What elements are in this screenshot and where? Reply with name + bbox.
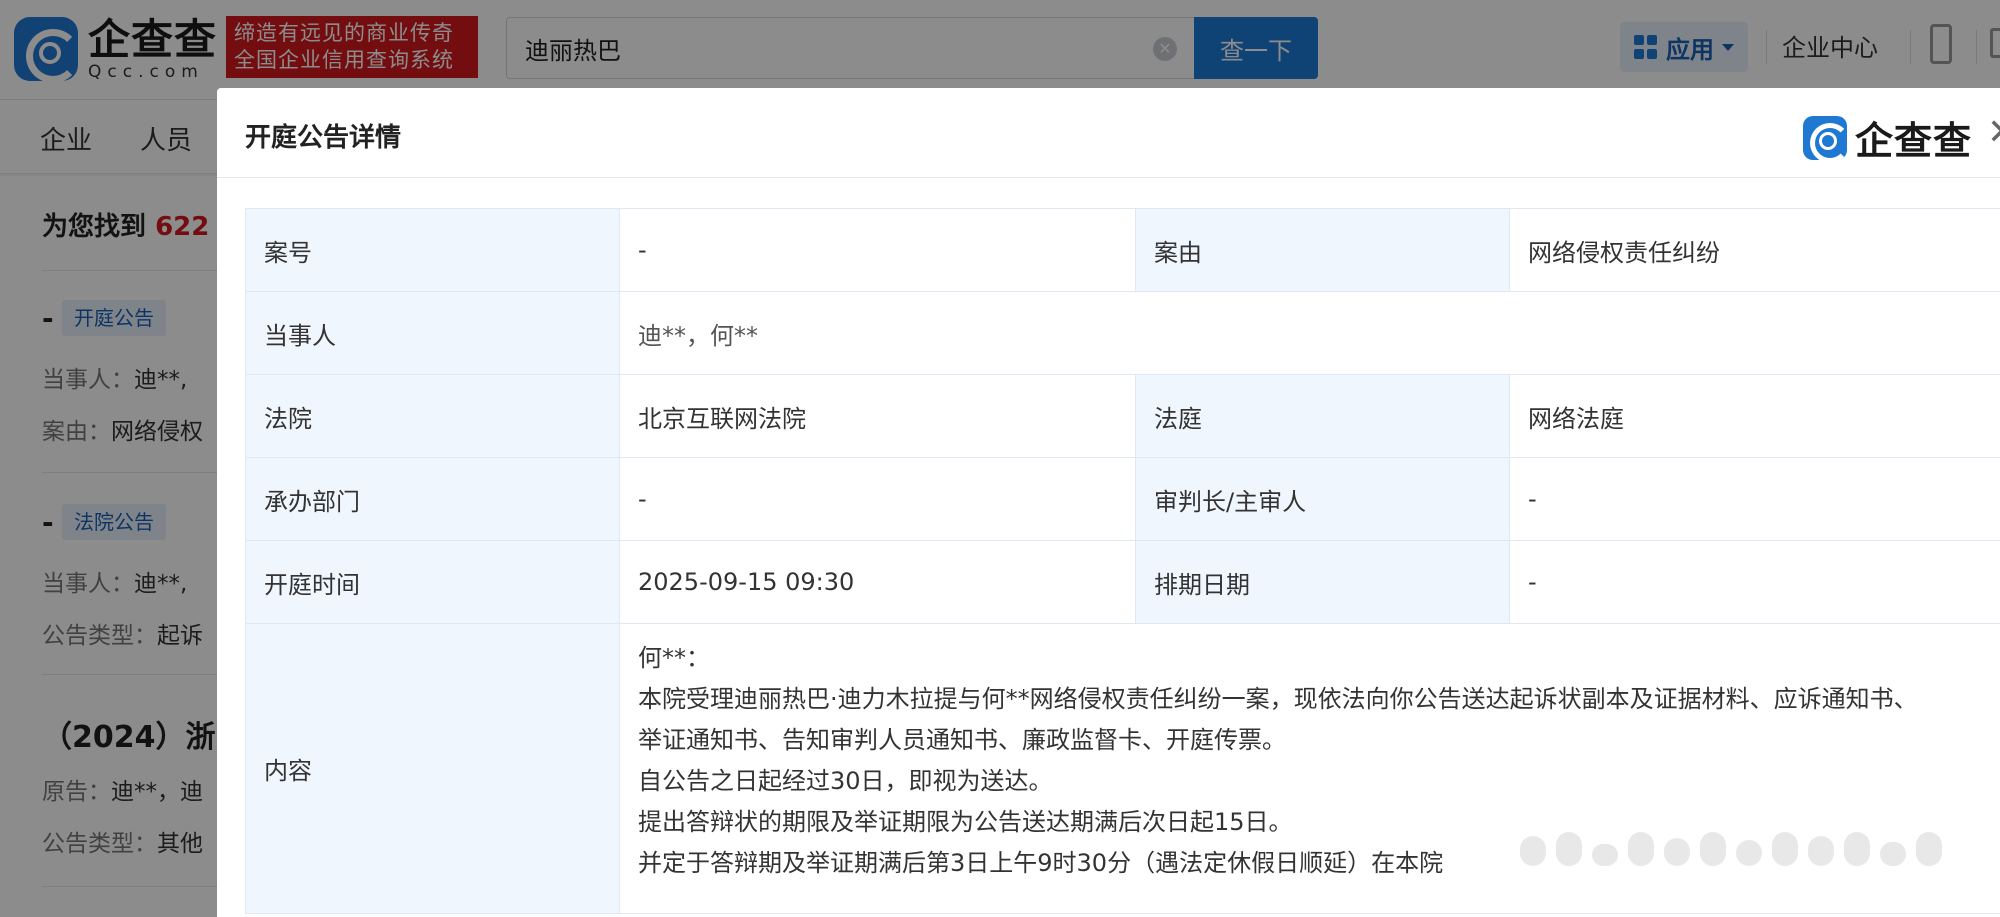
dept-value: - xyxy=(619,457,1136,541)
table-row: 案号 - 案由 网络侵权责任纠纷 xyxy=(245,208,2000,292)
table-row: 当事人 迪**，何** xyxy=(245,291,2000,375)
modal-logo: 企查查 xyxy=(1803,110,1972,165)
modal-header: 开庭公告详情 企查查 ✕ xyxy=(217,88,2000,178)
table-row: 承办部门 - 审判长/主审人 - xyxy=(245,457,2000,541)
judge-label: 审判长/主审人 xyxy=(1135,457,1510,541)
watermark xyxy=(1520,826,2000,866)
parties-value: 迪**，何** xyxy=(619,291,2000,375)
table-row: 内容 何**： 本院受理迪丽热巴·迪力木拉提与何**网络侵权责任纠纷一案，现依法… xyxy=(245,623,2000,914)
dept-label: 承办部门 xyxy=(245,457,620,541)
court-label: 法院 xyxy=(245,374,620,458)
content-line: 本院受理迪丽热巴·迪力木拉提与何**网络侵权责任纠纷一案，现依法向你公告送达起诉… xyxy=(638,685,1918,713)
cause-value: 网络侵权责任纠纷 xyxy=(1509,208,2000,292)
qcc-logo-icon xyxy=(1803,115,1850,163)
content-value: 何**： 本院受理迪丽热巴·迪力木拉提与何**网络侵权责任纠纷一案，现依法向你公… xyxy=(619,623,2000,914)
hearing-detail-table: 案号 - 案由 网络侵权责任纠纷 当事人 迪**，何** 法院 北京互联网法院 … xyxy=(245,208,2000,914)
content-line: 自公告之日起经过30日，即视为送达。 xyxy=(638,767,1053,795)
content-line: 何**： xyxy=(638,644,710,672)
tribunal-value: 网络法庭 xyxy=(1509,374,2000,458)
schedule-date-value: - xyxy=(1509,540,2000,624)
cause-label: 案由 xyxy=(1135,208,1510,292)
modal-logo-text: 企查查 xyxy=(1855,119,1973,163)
schedule-date-label: 排期日期 xyxy=(1135,540,1510,624)
parties-label: 当事人 xyxy=(245,291,620,375)
close-icon[interactable]: ✕ xyxy=(1987,112,2000,153)
hearing-time-value: 2025-09-15 09:30 xyxy=(619,540,1136,624)
hearing-notice-modal: 开庭公告详情 企查查 ✕ 案号 - 案由 网络侵权责任纠纷 当事人 迪**，何*… xyxy=(217,88,2000,917)
hearing-time-label: 开庭时间 xyxy=(245,540,620,624)
content-label: 内容 xyxy=(245,623,620,914)
case-no-label: 案号 xyxy=(245,208,620,292)
court-value[interactable]: 北京互联网法院 xyxy=(619,374,1136,458)
judge-value: - xyxy=(1509,457,2000,541)
table-row: 法院 北京互联网法院 法庭 网络法庭 xyxy=(245,374,2000,458)
case-no-value: - xyxy=(619,208,1136,292)
modal-title: 开庭公告详情 xyxy=(245,123,402,153)
table-row: 开庭时间 2025-09-15 09:30 排期日期 - xyxy=(245,540,2000,624)
content-line: 举证通知书、告知审判人员通知书、廉政监督卡、开庭传票。 xyxy=(638,726,1286,754)
tribunal-label: 法庭 xyxy=(1135,374,1510,458)
